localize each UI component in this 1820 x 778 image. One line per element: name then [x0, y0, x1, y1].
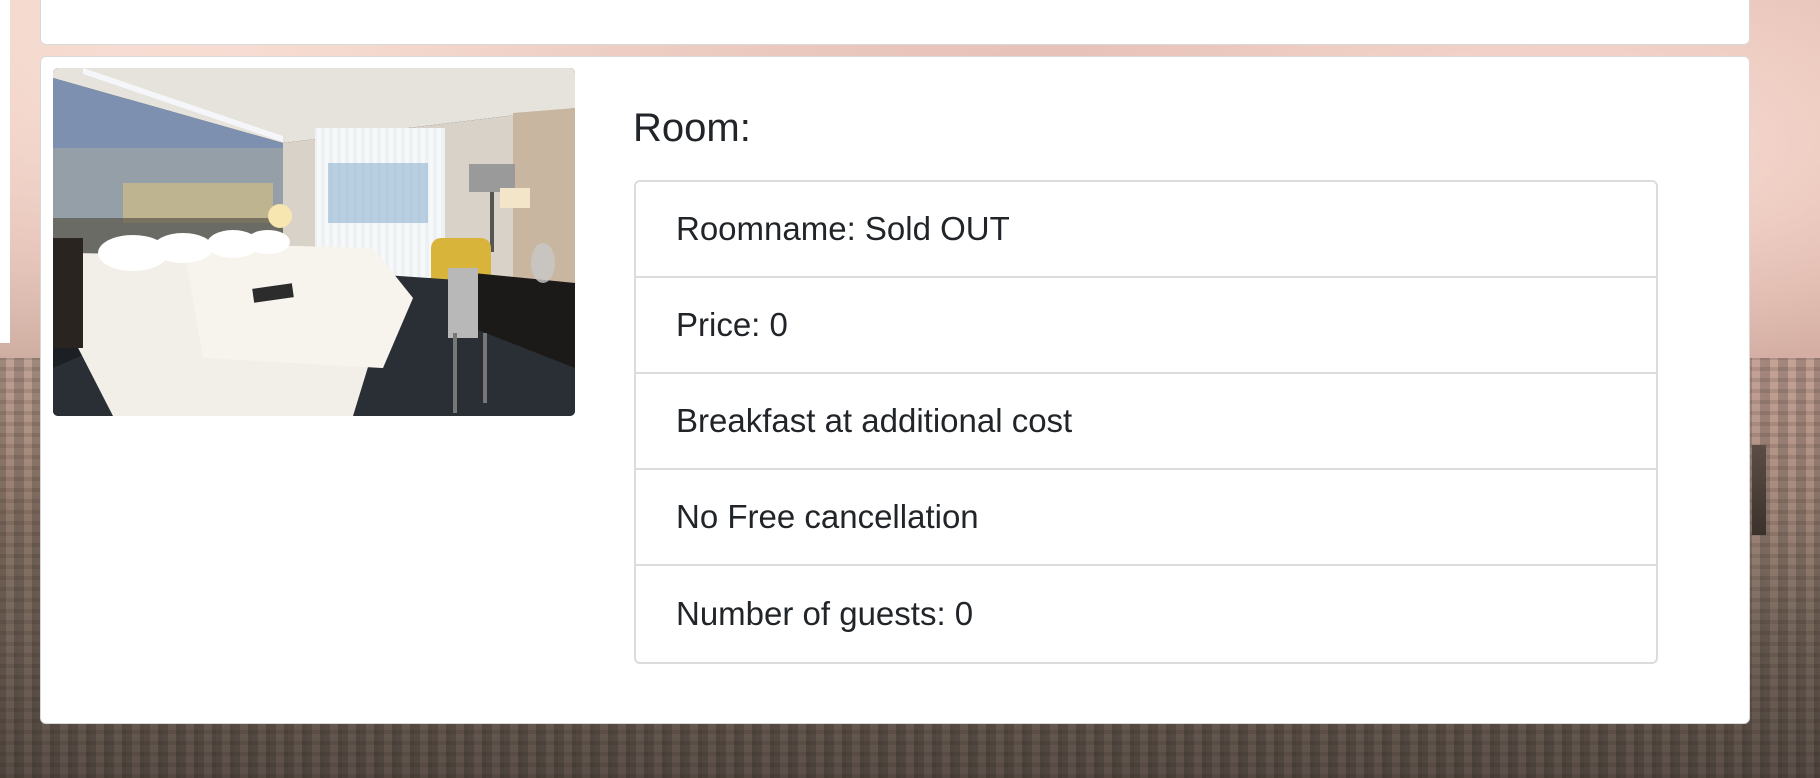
top-card — [40, 0, 1750, 45]
list-item-roomname: Roomname: Sold OUT — [636, 182, 1656, 278]
list-item-cancellation: No Free cancellation — [636, 470, 1656, 566]
left-side-panel — [0, 0, 10, 343]
list-item-price: Price: 0 — [636, 278, 1656, 374]
room-heading: Room: — [633, 106, 751, 150]
room-details-list: Roomname: Sold OUT Price: 0 Breakfast at… — [634, 180, 1658, 664]
list-item-breakfast: Breakfast at additional cost — [636, 374, 1656, 470]
list-item-guests: Number of guests: 0 — [676, 595, 974, 632]
hotel-room-photo — [53, 68, 575, 416]
city-tower — [1752, 445, 1766, 535]
room-photo — [53, 68, 575, 416]
